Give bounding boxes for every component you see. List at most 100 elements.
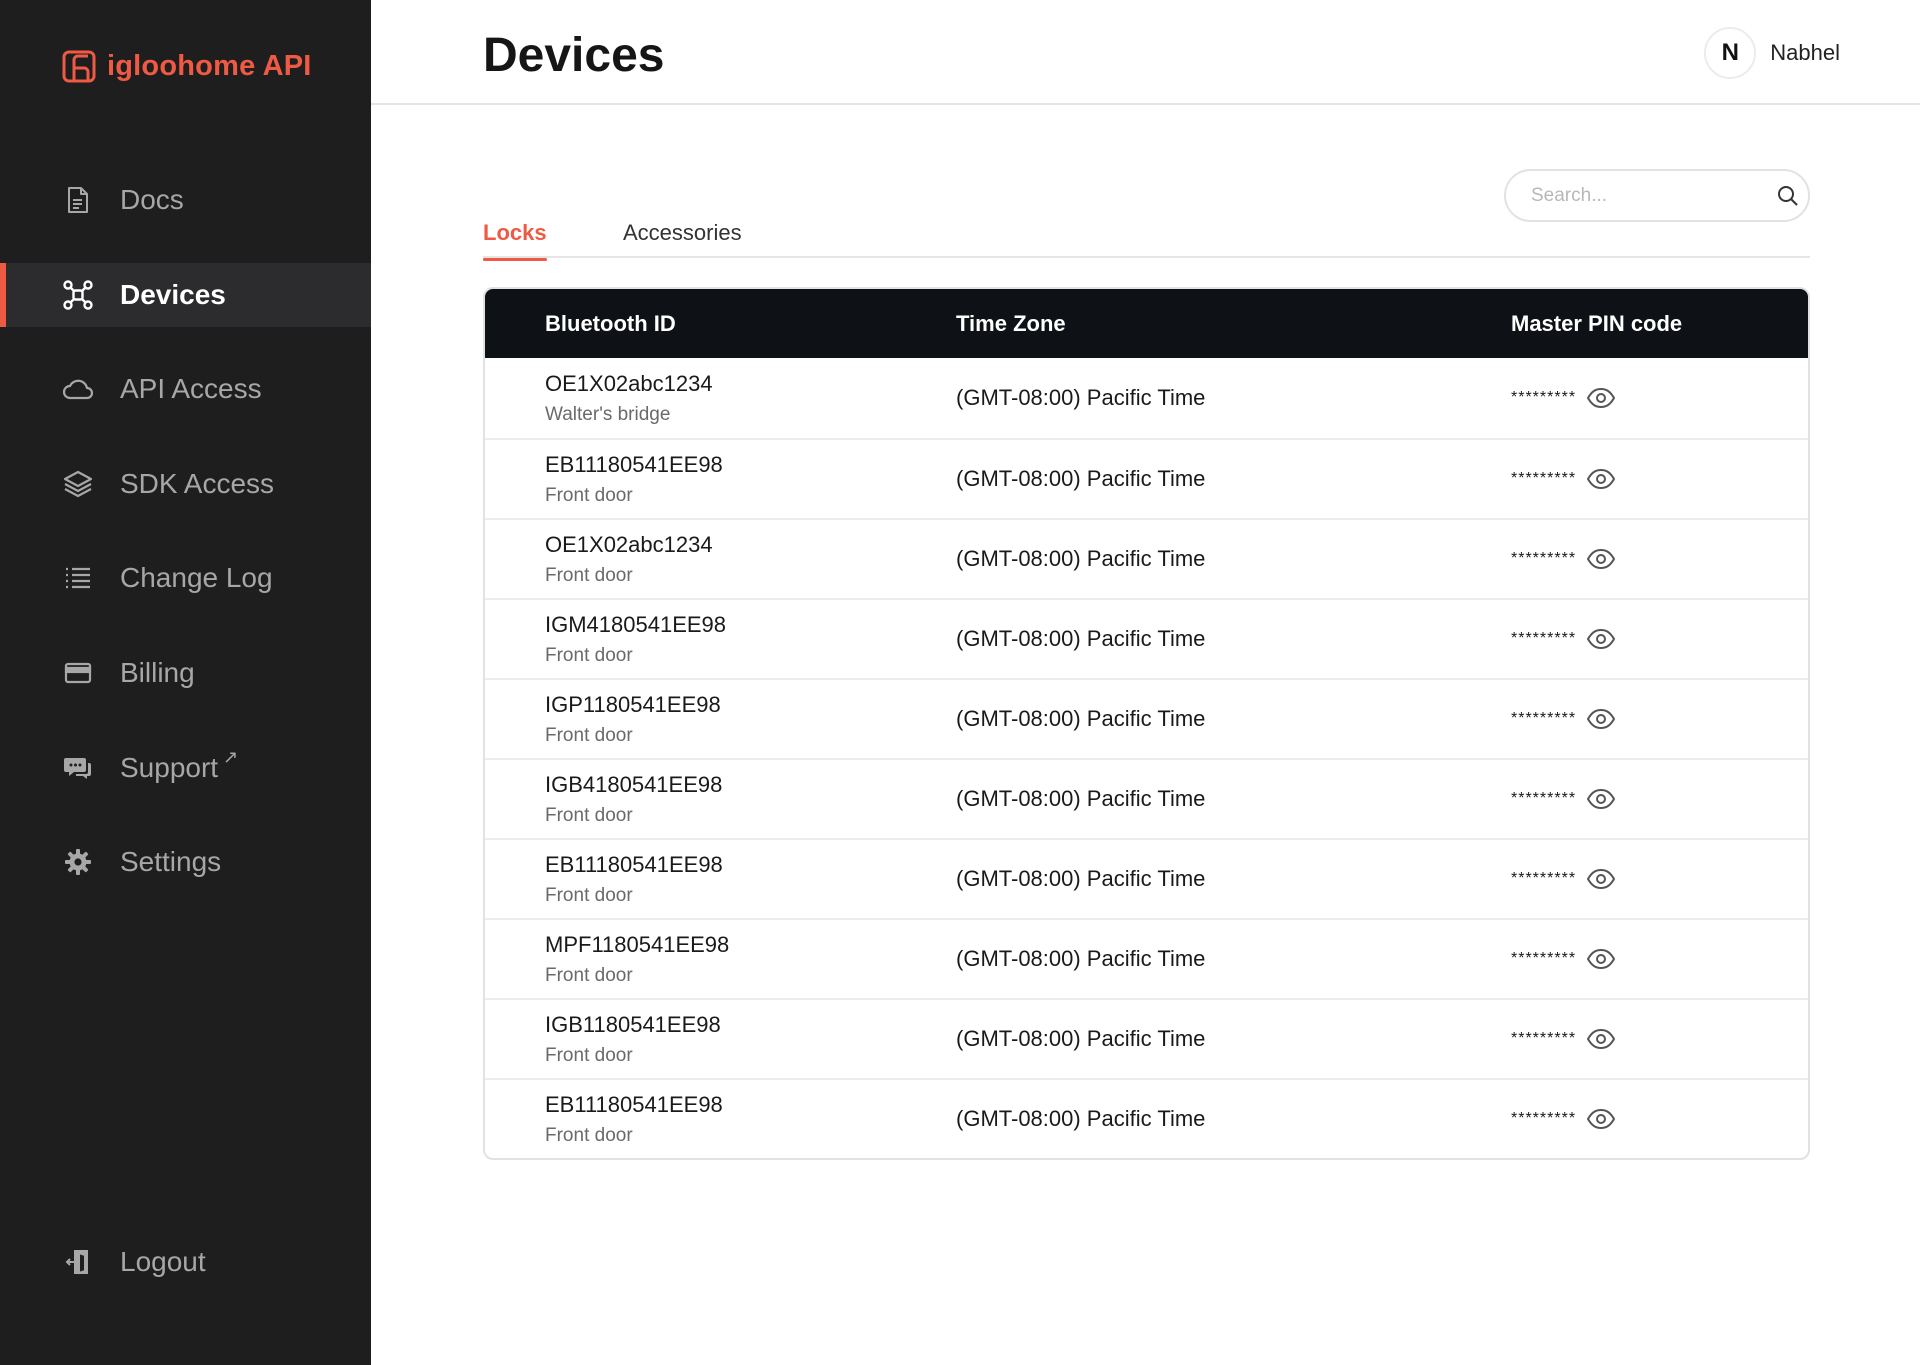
eye-icon[interactable] [1586,1024,1616,1054]
master-pin-masked: ********* [1511,630,1577,647]
pin-cell: ********* [1511,544,1808,574]
device-cell: IGB1180541EE98 Front door [485,1012,956,1067]
table-row[interactable]: IGM4180541EE98 Front door (GMT-08:00) Pa… [485,598,1808,678]
eye-icon[interactable] [1586,944,1616,974]
table-row[interactable]: EB11180541EE98 Front door (GMT-08:00) Pa… [485,438,1808,518]
device-tabs: Locks Accessories [483,218,1810,261]
eye-icon[interactable] [1586,464,1616,494]
timezone: (GMT-08:00) Pacific Time [956,626,1206,651]
eye-icon[interactable] [1586,544,1616,574]
eye-icon[interactable] [1586,784,1616,814]
sidebar-item-label: Change Log [120,562,273,594]
sidebar-item-sdk-access[interactable]: SDK Access [0,452,371,516]
tab-locks[interactable]: Locks [483,220,547,261]
pin-cell: ********* [1511,784,1808,814]
master-pin-masked: ********* [1511,1110,1577,1127]
table-row[interactable]: IGB4180541EE98 Front door (GMT-08:00) Pa… [485,758,1808,838]
gear-icon [62,846,94,878]
sidebar-item-settings[interactable]: Settings [0,830,371,894]
device-name: Walter's bridge [545,403,671,425]
timezone-cell: (GMT-08:00) Pacific Time [956,546,1511,572]
eye-icon[interactable] [1586,864,1616,894]
device-cell: EB11180541EE98 Front door [485,852,956,907]
timezone-cell: (GMT-08:00) Pacific Time [956,626,1511,652]
list-icon [62,562,94,594]
pin-cell: ********* [1511,1024,1808,1054]
sidebar-item-devices[interactable]: Devices [0,262,371,327]
eye-icon[interactable] [1586,624,1616,654]
sidebar-nav: Docs Devices API Access SDK Access Chang… [0,168,371,925]
table-row[interactable]: MPF1180541EE98 Front door (GMT-08:00) Pa… [485,918,1808,998]
column-header-bluetooth-id[interactable]: Bluetooth ID [485,311,956,337]
logout-button[interactable]: Logout [0,1230,371,1294]
device-name: Front door [545,564,633,586]
bluetooth-id: OE1X02abc1234 [545,370,713,396]
pin-cell: ********* [1511,944,1808,974]
bluetooth-id: MPF1180541EE98 [545,931,730,957]
eye-icon[interactable] [1586,383,1616,413]
sidebar-item-label: SDK Access [120,467,275,499]
table-row[interactable]: OE1X02abc1234 Front door (GMT-08:00) Pac… [485,518,1808,598]
timezone-cell: (GMT-08:00) Pacific Time [956,385,1511,411]
sidebar-item-billing[interactable]: Billing [0,641,371,705]
timezone: (GMT-08:00) Pacific Time [956,1026,1206,1051]
master-pin-masked: ********* [1511,470,1577,487]
sidebar-item-label: Docs [120,184,184,215]
sidebar-item-label: Devices [120,278,226,310]
bluetooth-id: IGP1180541EE98 [545,691,721,717]
pin-cell: ********* [1511,383,1808,413]
eye-icon[interactable] [1586,1104,1616,1134]
pin-cell: ********* [1511,624,1808,654]
table-row[interactable]: EB11180541EE98 Front door (GMT-08:00) Pa… [485,1078,1808,1158]
table-row[interactable]: OE1X02abc1234 Walter's bridge (GMT-08:00… [485,358,1808,438]
search-box[interactable] [1504,169,1810,222]
bluetooth-id: IGB4180541EE98 [545,771,723,797]
sidebar-item-api-access[interactable]: API Access [0,357,371,421]
document-icon [62,184,94,216]
user-menu[interactable]: N Nabhel [1704,27,1840,79]
search-input[interactable] [1531,184,1776,207]
bluetooth-id: IGB1180541EE98 [545,1011,721,1037]
logout-section: Logout [0,1230,371,1325]
master-pin-masked: ********* [1511,950,1577,967]
tab-accessories[interactable]: Accessories [623,220,742,256]
sidebar-item-docs[interactable]: Docs [0,168,371,232]
master-pin-masked: ********* [1511,790,1577,807]
table-row[interactable]: IGB1180541EE98 Front door (GMT-08:00) Pa… [485,998,1808,1078]
sidebar-item-label: Billing [120,656,195,688]
timezone: (GMT-08:00) Pacific Time [956,706,1206,731]
user-name[interactable]: Nabhel [1770,40,1840,66]
timezone: (GMT-08:00) Pacific Time [956,546,1206,571]
table-row[interactable]: EB11180541EE98 Front door (GMT-08:00) Pa… [485,838,1808,918]
timezone-cell: (GMT-08:00) Pacific Time [956,1106,1511,1132]
pin-cell: ********* [1511,1104,1808,1134]
logout-icon [62,1246,94,1278]
device-name: Front door [545,724,633,746]
table-row[interactable]: IGP1180541EE98 Front door (GMT-08:00) Pa… [485,678,1808,758]
sidebar-item-label: API Access [120,373,262,405]
bluetooth-id: OE1X02abc1234 [545,531,713,557]
master-pin-masked: ********* [1511,550,1577,567]
column-header-master-pin[interactable]: Master PIN code [1511,311,1808,337]
device-cell: OE1X02abc1234 Front door [485,532,956,587]
timezone-cell: (GMT-08:00) Pacific Time [956,706,1511,732]
sidebar-item-label: Settings [120,846,222,878]
master-pin-masked: ********* [1511,1030,1577,1047]
devices-table: Bluetooth ID Time Zone Master PIN code O… [483,287,1810,1160]
search-icon[interactable] [1776,184,1800,208]
avatar[interactable]: N [1704,27,1757,79]
chat-icon [62,752,94,784]
timezone: (GMT-08:00) Pacific Time [956,866,1206,891]
external-link-icon: ↗ [223,747,239,768]
master-pin-masked: ********* [1511,389,1577,406]
sidebar-item-support[interactable]: Support ↗ [0,736,371,800]
device-name: Front door [545,644,633,666]
device-name: Front door [545,484,633,506]
device-cell: IGB4180541EE98 Front door [485,772,956,827]
device-name: Front door [545,804,633,826]
column-header-time-zone[interactable]: Time Zone [956,311,1511,337]
eye-icon[interactable] [1586,704,1616,734]
device-cell: OE1X02abc1234 Walter's bridge [485,371,956,426]
sidebar-item-change-log[interactable]: Change Log [0,546,371,610]
brand[interactable]: igloohome API [61,48,312,84]
